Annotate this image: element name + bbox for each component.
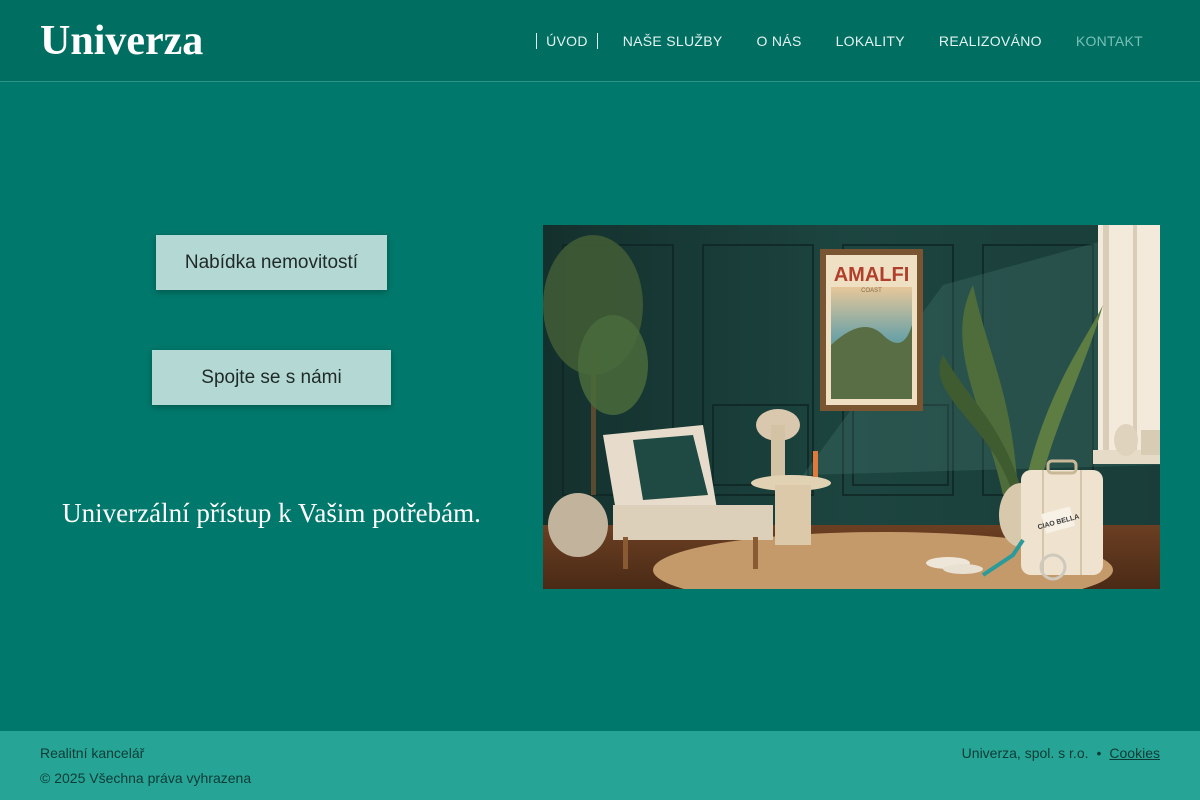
footer-separator: •	[1096, 745, 1102, 761]
footer-right: Univerza, spol. s r.o. • Cookies	[962, 745, 1160, 761]
site-header: Univerza ÚVOD NAŠE SLUŽBY O NÁS LOKALITY…	[0, 0, 1200, 82]
main-nav: ÚVOD NAŠE SLUŽBY O NÁS LOKALITY REALIZOV…	[536, 0, 1160, 82]
footer-copyright: © 2025 Všechna práva vyhrazena	[40, 770, 252, 786]
poster-title: AMALFI	[834, 264, 910, 286]
site-footer: Realitní kancelář © 2025 Všechna práva v…	[0, 731, 1200, 800]
hero-tagline: Univerzální přístup k Vašim potřebám.	[62, 498, 481, 528]
nav-item-realizovano[interactable]: REALIZOVÁNO	[922, 33, 1059, 49]
nav-item-nase-sluzby[interactable]: NAŠE SLUŽBY	[606, 33, 740, 49]
nav-item-kontakt[interactable]: KONTAKT	[1059, 33, 1160, 49]
footer-company: Univerza, spol. s r.o.	[961, 745, 1089, 761]
nav-item-uvod[interactable]: ÚVOD	[536, 33, 598, 49]
contact-us-button[interactable]: Spojte se s námi	[152, 350, 391, 405]
logo[interactable]: Univerza	[40, 16, 203, 66]
nav-item-lokality[interactable]: LOKALITY	[819, 33, 922, 49]
cookies-link[interactable]: Cookies	[1109, 745, 1160, 761]
poster-subtitle: COAST	[861, 288, 882, 294]
footer-tagline: Realitní kancelář	[40, 745, 145, 761]
nav-item-o-nas[interactable]: O NÁS	[740, 33, 819, 49]
hero-image: AMALFI COAST CIAO BELLA	[543, 225, 1160, 589]
property-offers-button[interactable]: Nabídka nemovitostí	[156, 235, 387, 290]
